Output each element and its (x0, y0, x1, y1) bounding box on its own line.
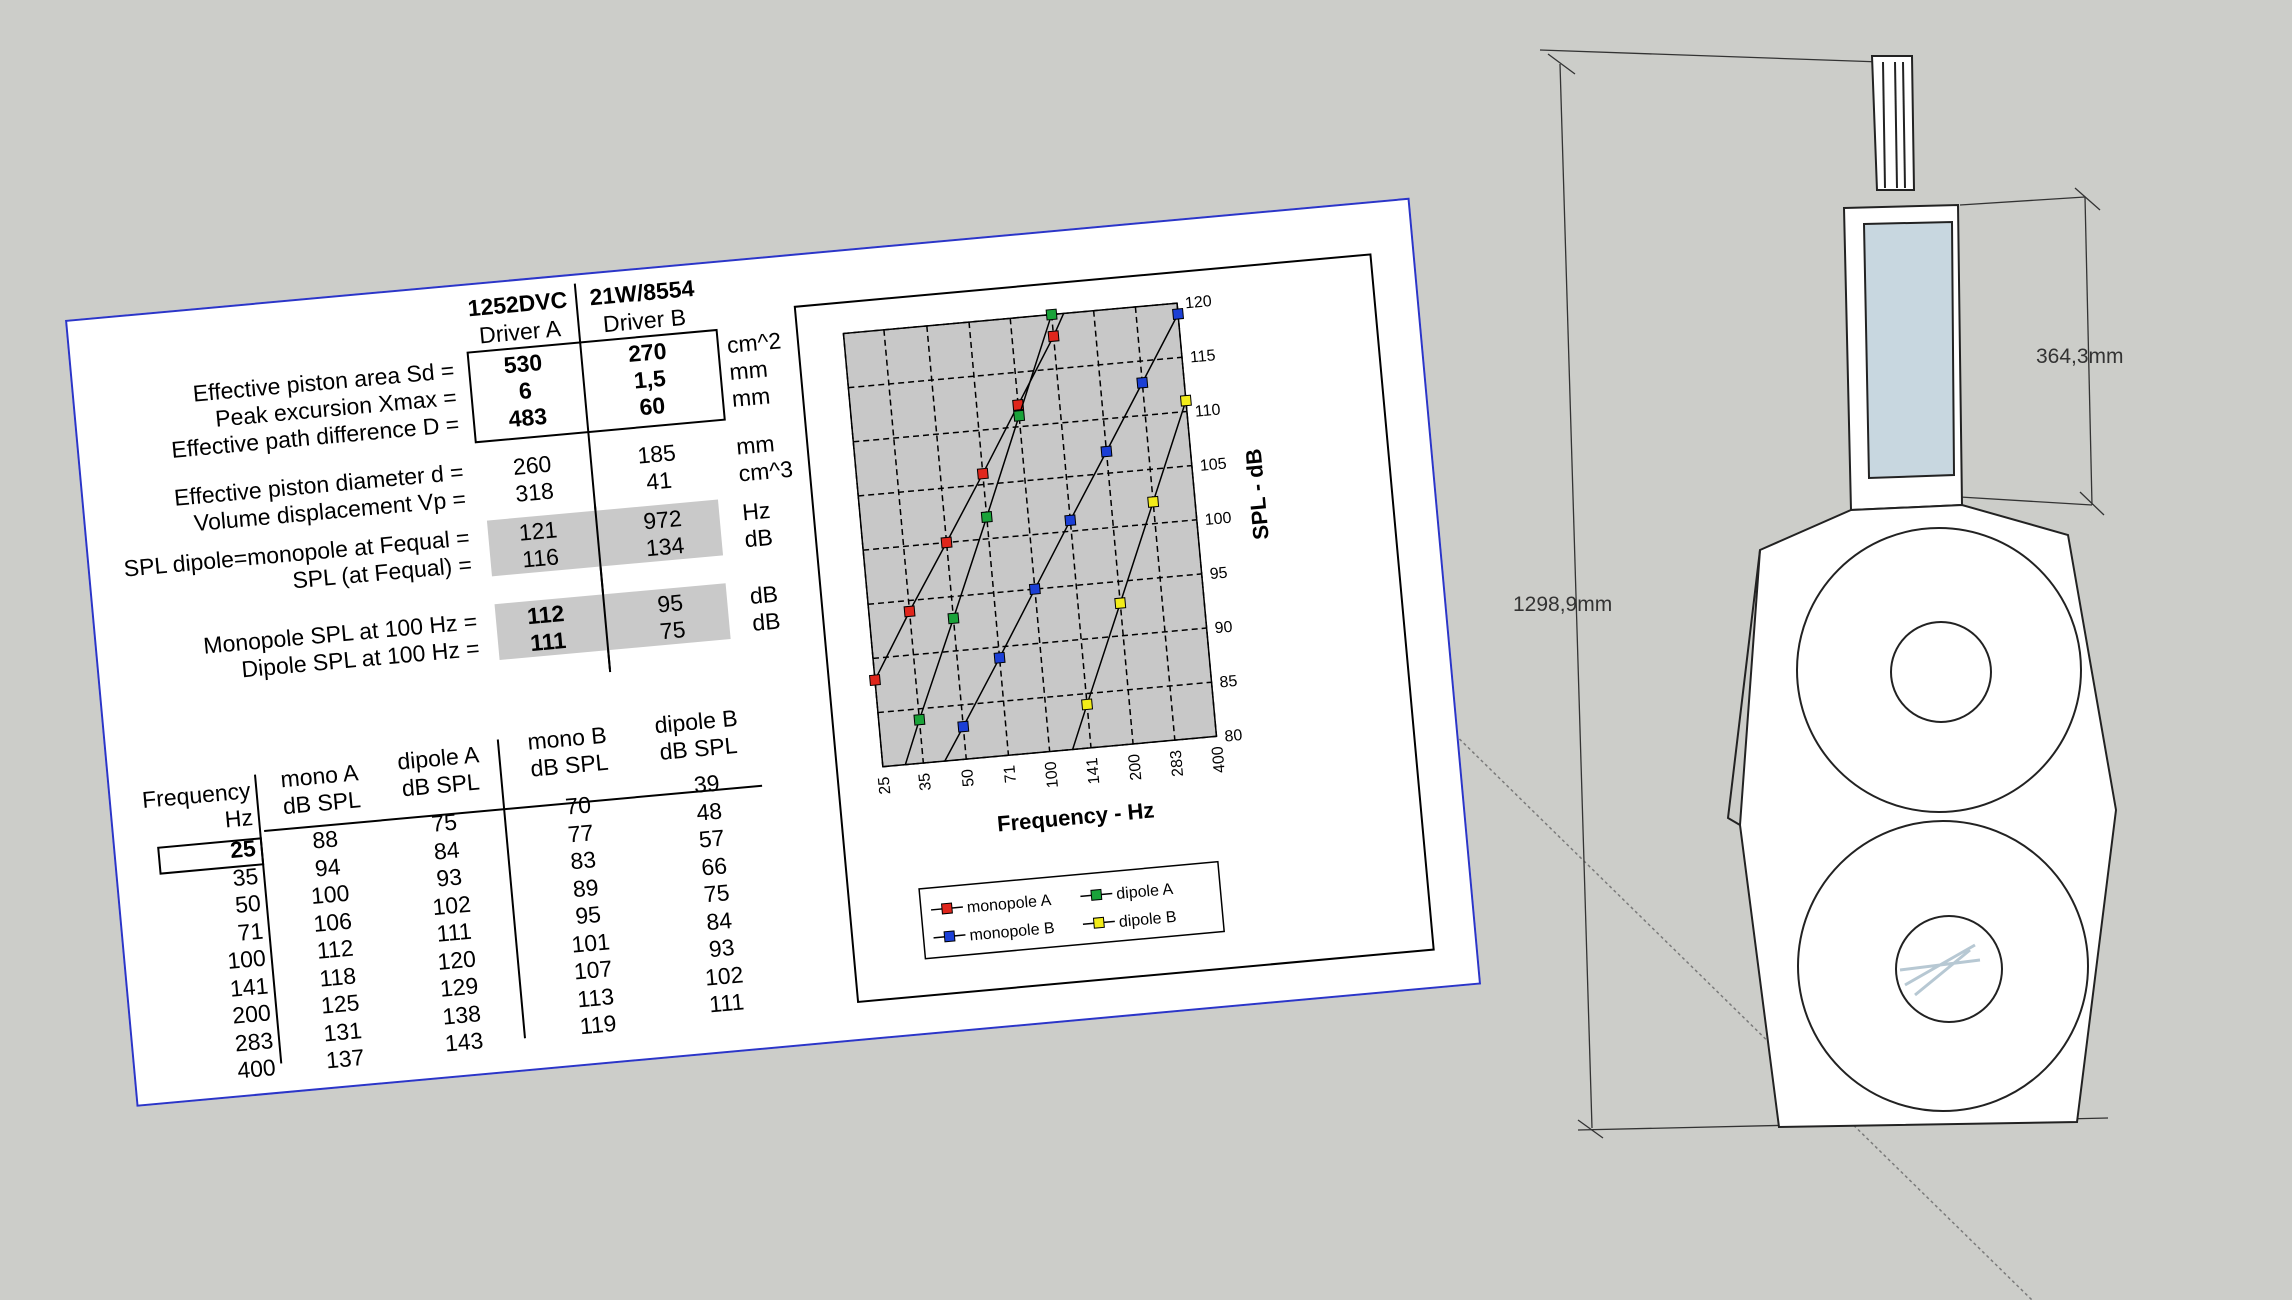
y-tick-label: 80 (1224, 727, 1243, 746)
dim-tick (2074, 187, 2101, 211)
dim-tick (1547, 53, 1576, 75)
header-dipole-b: dipole B dB SPL (630, 703, 764, 769)
y-axis-label: SPL - dB (1241, 448, 1274, 541)
header-frequency: Frequency Hz (140, 777, 254, 841)
point-monopole-b (1028, 583, 1041, 596)
point-dipole-a (913, 713, 926, 726)
x-tick-label: 25 (876, 776, 895, 795)
datasheet-image[interactable]: 1252DVC Driver A 21W/8554 Driver B Effec… (65, 197, 1482, 1107)
point-dipole-a (1013, 409, 1026, 422)
legend-marker-monopole-a (940, 902, 953, 915)
legend-box (918, 860, 1226, 960)
x-tick-label: 71 (1001, 764, 1020, 783)
param-unit-diameter: mm (735, 430, 776, 460)
dim-total-height: 1298,9mm (1513, 593, 1612, 616)
point-dipole-b (1114, 597, 1127, 610)
legend-marker-dipole-b (1092, 916, 1105, 929)
point-monopole-b (957, 720, 970, 733)
tweeter-stalk (1870, 55, 1916, 191)
y-tick-label: 90 (1214, 619, 1233, 638)
point-monopole-a (940, 536, 953, 549)
y-tick-label: 95 (1209, 565, 1228, 584)
legend-marker-dipole-a (1090, 888, 1103, 901)
point-monopole-a (1047, 330, 1060, 343)
point-monopole-a (868, 674, 881, 687)
point-monopole-b (1136, 376, 1149, 389)
point-monopole-b (1172, 307, 1185, 320)
speaker-model[interactable]: 1298,9mm 364,3mm (1480, 40, 2180, 1150)
param-unit-sd: cm^2 (725, 327, 783, 359)
x-tick-label: 283 (1168, 749, 1187, 777)
y-tick-label: 110 (1194, 401, 1221, 420)
point-dipole-a (980, 511, 993, 523)
param-unit-mono100: dB (748, 580, 780, 610)
param-unit-d: mm (730, 382, 772, 412)
x-tick-label: 400 (1209, 745, 1228, 773)
header-mono-a: mono A dB SPL (258, 757, 382, 822)
y-tick-label: 115 (1189, 347, 1216, 366)
legend-marker-monopole-b (943, 930, 956, 943)
y-tick-label: 100 (1204, 510, 1232, 529)
param-unit-spl-fequal: dB (743, 523, 774, 553)
x-tick-label: 200 (1126, 753, 1145, 781)
plot-area (843, 303, 1217, 767)
x-tick-label: 50 (959, 768, 978, 787)
param-unit-dipole100: dB (751, 607, 782, 636)
point-monopole-a (903, 605, 916, 618)
woofer-lower (1797, 820, 2089, 1112)
y-tick-label: 120 (1184, 293, 1212, 312)
param-unit-fequal: Hz (741, 496, 772, 526)
point-dipole-a (1045, 308, 1058, 321)
column-mono-a: 88 94 100 106 112 118 125 131 137 (269, 822, 401, 1078)
column-dipole-a: 75 84 93 102 111 120 129 138 143 (388, 805, 520, 1061)
dim-top-line (1539, 49, 1911, 64)
woofer-upper (1796, 527, 2082, 813)
header-dipole-a: dipole A dB SPL (377, 740, 501, 805)
column-mono-b: 70 77 83 89 95 101 107 113 119 (517, 787, 659, 1044)
x-axis-label: Frequency - Hz (996, 797, 1155, 836)
chart-frame: 80 85 90 95 100 105 110 115 120 25 35 50 71 100 141 200… (793, 253, 1435, 1004)
column-dipole-b: 39 48 57 66 75 84 93 102 111 (646, 765, 788, 1022)
point-dipole-b (1147, 495, 1160, 508)
dim-panel-top (1959, 196, 2086, 206)
dim-panel-bottom (1959, 496, 2093, 506)
point-dipole-a (947, 612, 960, 625)
x-tick-label: 141 (1084, 757, 1103, 785)
point-monopole-b (1064, 514, 1077, 527)
top-panel (1842, 203, 1964, 512)
param-unit-xmax: mm (728, 355, 769, 385)
column-frequency: 25 35 50 71 100 141 200 283 400 (155, 835, 277, 1091)
header-mono-b: mono B dB SPL (501, 719, 635, 785)
x-tick-label: 35 (916, 772, 935, 791)
dim-panel-height: 364,3mm (2036, 345, 2124, 368)
x-tick-label: 100 (1043, 761, 1062, 789)
point-monopole-b (1100, 445, 1113, 458)
param-unit-vp: cm^3 (737, 455, 794, 487)
sketchup-viewport[interactable]: 1252DVC Driver A 21W/8554 Driver B Effec… (0, 0, 2292, 1300)
point-monopole-a (976, 467, 989, 480)
point-dipole-b (1179, 394, 1192, 407)
point-monopole-b (993, 651, 1006, 664)
point-dipole-b (1081, 698, 1094, 711)
y-tick-label: 105 (1199, 455, 1227, 474)
spl-chart: 80 85 90 95 100 105 110 115 120 25 35 50 71 100 141 200… (842, 293, 1274, 960)
y-tick-label: 85 (1219, 673, 1238, 692)
